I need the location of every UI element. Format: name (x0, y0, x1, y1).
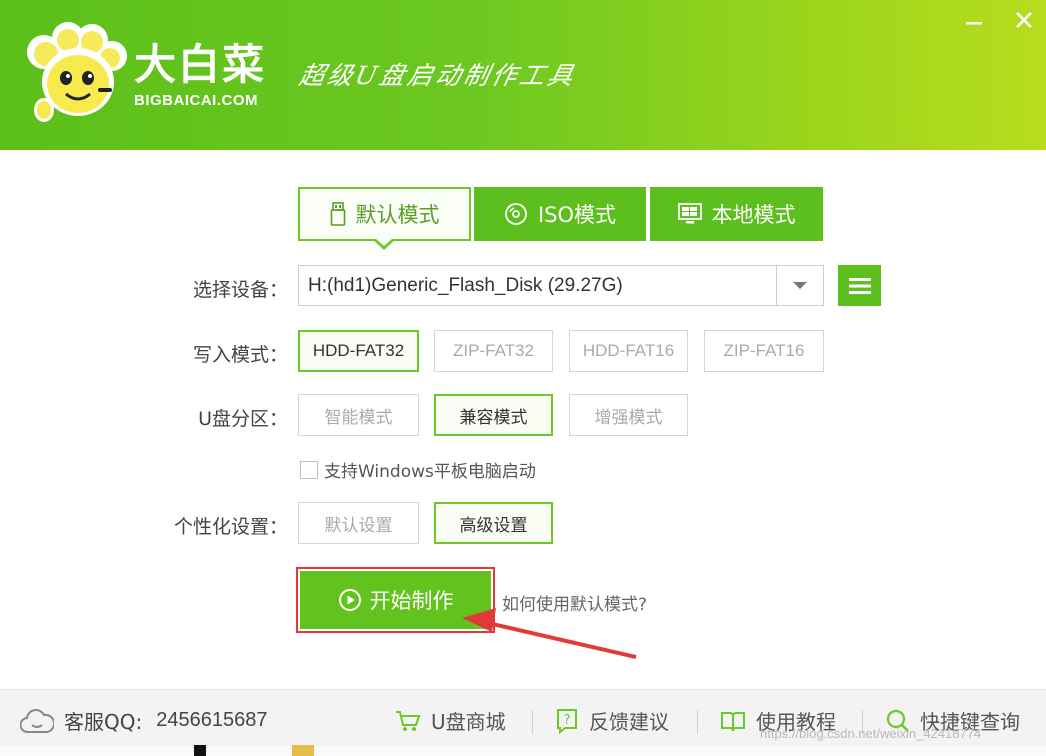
folder-icon (292, 745, 314, 756)
slogan: 超级U盘启动制作工具 (296, 61, 579, 90)
tablet-boot-label: 支持Windows平板电脑启动 (324, 462, 536, 482)
tab-label: 默认模式 (355, 203, 440, 227)
device-label: 选择设备： (192, 279, 288, 301)
help-link[interactable]: 如何使用默认模式? (502, 590, 647, 615)
app-window: 大白菜 BIGBAICAI.COM 超级U盘启动制作工具 默认模式 ISO模式 … (0, 0, 1046, 756)
monitor-icon (677, 203, 702, 225)
background-taskbar-strip (0, 746, 1046, 756)
hamburger-icon (848, 277, 871, 294)
qq-label: 客服QQ: (64, 710, 143, 734)
write-mode-option-zip-fat32[interactable]: ZIP-FAT32 (434, 330, 553, 372)
footer-link-label: 反馈建议 (589, 710, 669, 734)
write-mode-option-hdd-fat32[interactable]: HDD-FAT32 (298, 330, 419, 372)
device-select[interactable]: H:(hd1)Generic_Flash_Disk (29.27G) (298, 265, 824, 306)
cloud-icon (20, 708, 54, 733)
background-window-fragment (194, 745, 206, 756)
cart-icon (395, 709, 421, 733)
header-banner: 大白菜 BIGBAICAI.COM 超级U盘启动制作工具 (0, 0, 1046, 150)
watermark: https://blog.csdn.net/weixin_42418774 (760, 726, 982, 741)
qq-number: 2456615687 (156, 709, 268, 731)
footer-link-feedback[interactable]: ? 反馈建议 (555, 706, 669, 735)
checkbox-box[interactable] (300, 460, 318, 479)
partition-option-compatible[interactable]: 兼容模式 (434, 394, 553, 436)
close-icon[interactable] (1012, 8, 1036, 32)
tab-iso-mode[interactable]: ISO模式 (474, 187, 646, 241)
svg-text:?: ? (564, 713, 571, 728)
footer-link-store[interactable]: U盘商城 (395, 706, 506, 735)
partition-label: U盘分区： (198, 408, 288, 430)
tab-label: ISO模式 (537, 203, 617, 227)
feedback-icon: ? (555, 708, 579, 734)
device-menu-button[interactable] (838, 265, 881, 306)
tab-default-mode[interactable]: 默认模式 (298, 187, 471, 241)
customer-service-qq: 客服QQ: 2456615687 (20, 706, 267, 735)
write-mode-option-zip-fat16[interactable]: ZIP-FAT16 (704, 330, 824, 372)
tab-label: 本地模式 (711, 203, 796, 227)
start-button-label: 开始制作 (369, 589, 454, 613)
write-mode-option-hdd-fat16[interactable]: HDD-FAT16 (569, 330, 688, 372)
mascot-logo-icon (27, 22, 127, 122)
tab-pointer-inner (375, 238, 393, 246)
usb-drive-icon (330, 202, 346, 226)
tab-local-mode[interactable]: 本地模式 (650, 187, 823, 241)
write-mode-label: 写入模式： (192, 344, 288, 366)
footer-link-label: U盘商城 (431, 710, 506, 734)
book-icon (720, 709, 746, 733)
minimize-icon[interactable] (962, 8, 986, 32)
chevron-down-icon[interactable] (776, 266, 823, 305)
footer-divider (697, 710, 698, 734)
partition-option-enhanced[interactable]: 增强模式 (569, 394, 688, 436)
start-button[interactable]: 开始制作 (300, 571, 491, 629)
play-circle-icon (338, 588, 362, 612)
personalize-option-default[interactable]: 默认设置 (298, 502, 419, 544)
footer-divider (532, 710, 533, 734)
tablet-boot-checkbox[interactable]: 支持Windows平板电脑启动 (300, 457, 536, 482)
personalize-option-advanced[interactable]: 高级设置 (434, 502, 553, 544)
personalize-label: 个性化设置： (173, 516, 288, 538)
disc-icon (504, 202, 528, 226)
device-select-value: H:(hd1)Generic_Flash_Disk (29.27G) (308, 274, 623, 296)
logo-domain: BIGBAICAI.COM (134, 92, 258, 109)
logo-chinese-name: 大白菜 (134, 40, 267, 89)
partition-option-smart[interactable]: 智能模式 (298, 394, 419, 436)
